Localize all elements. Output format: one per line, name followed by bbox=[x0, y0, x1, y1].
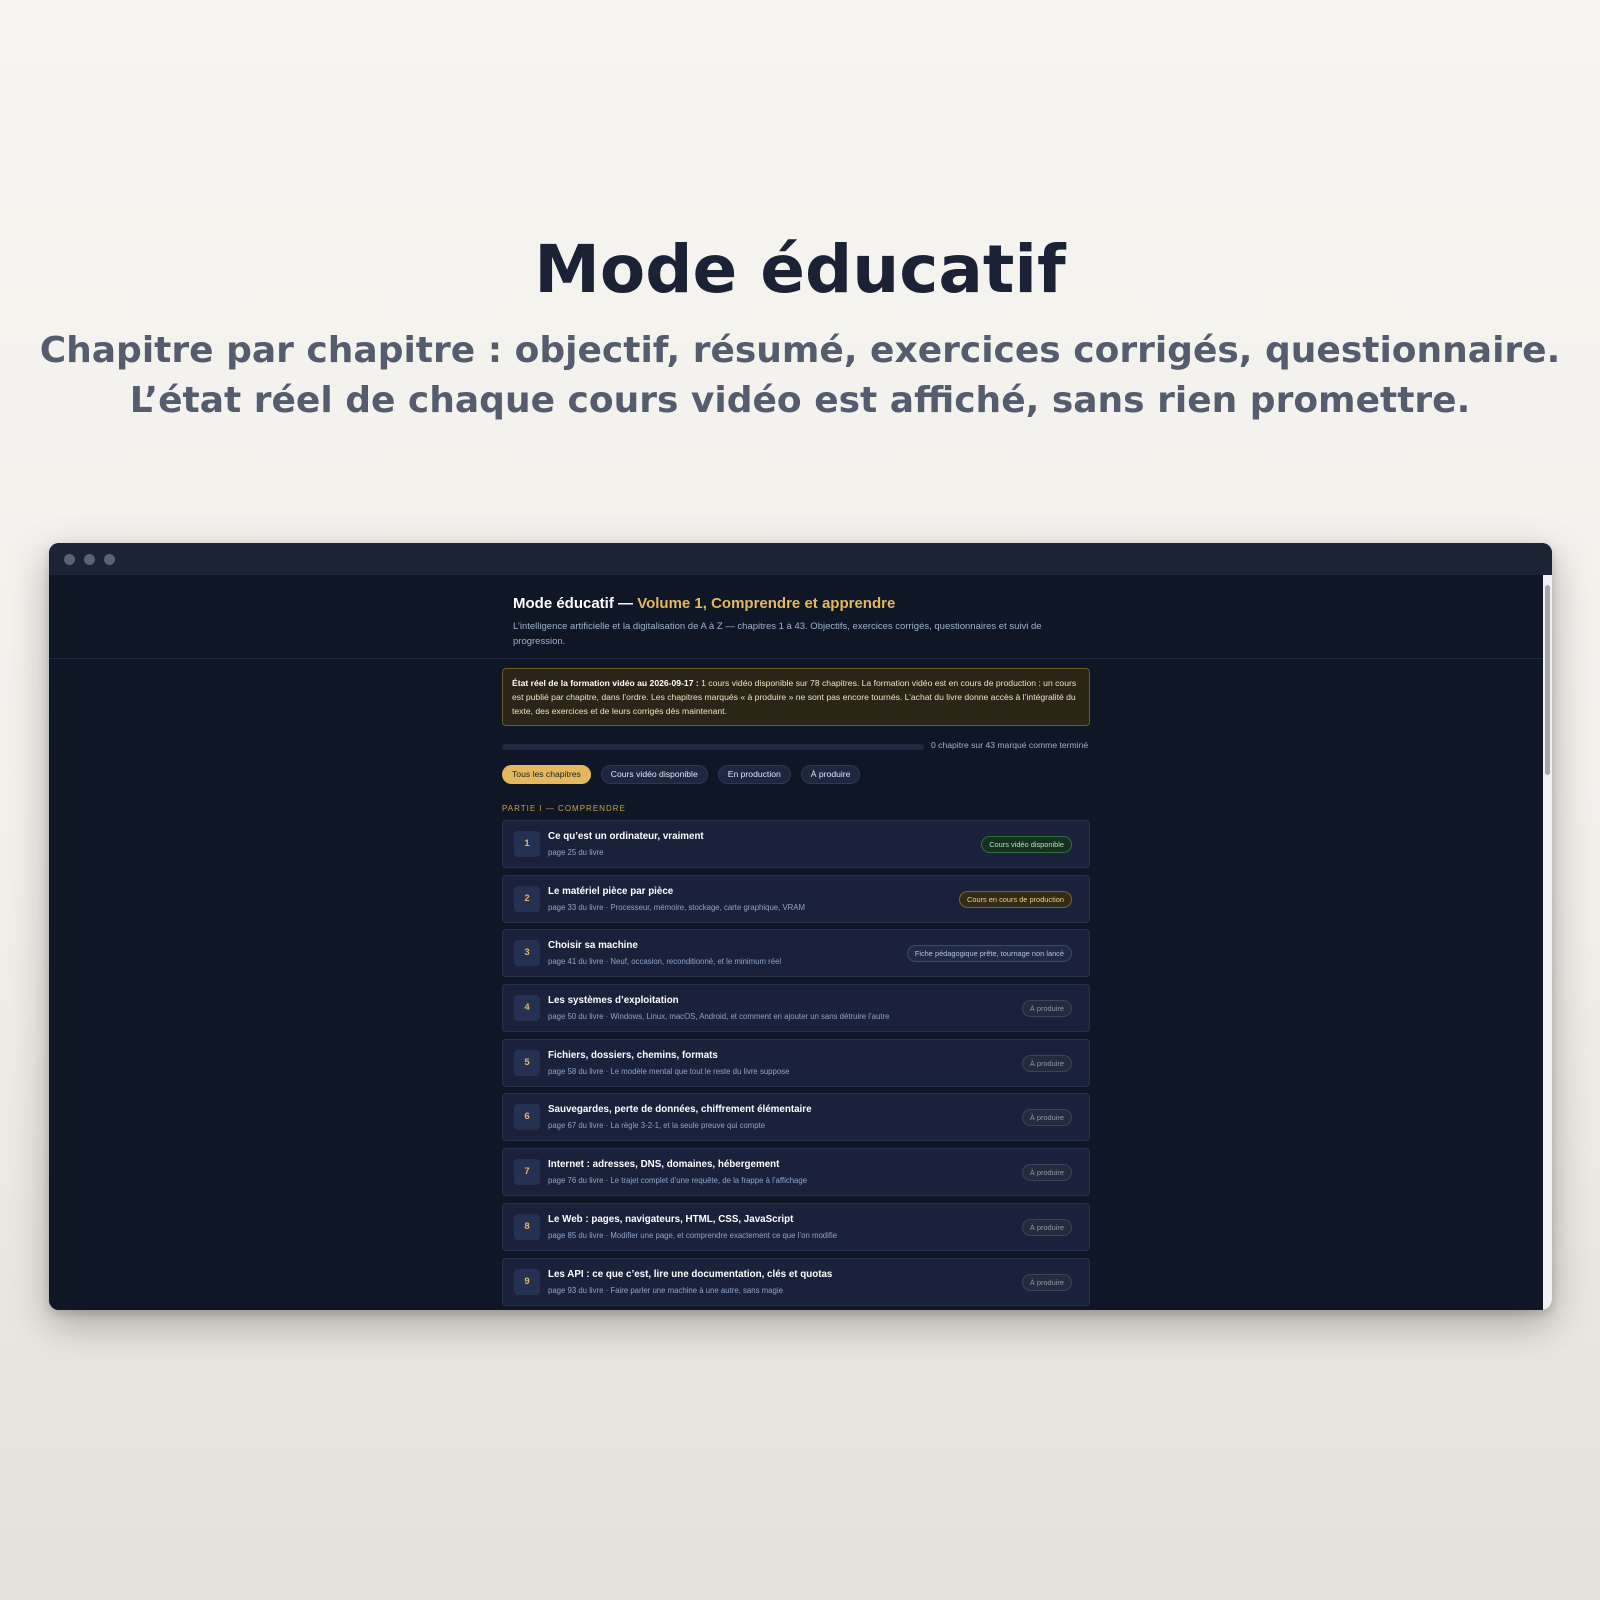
app-title-main: Mode éducatif — bbox=[513, 595, 638, 612]
chapter-meta: page 58 du livre · Le modèle mental que … bbox=[548, 1066, 790, 1076]
chapter-row[interactable]: 6 Sauvegardes, perte de données, chiffrem… bbox=[502, 1093, 1090, 1142]
chapter-status-badge: À produire bbox=[1021, 1218, 1072, 1236]
chapter-row[interactable]: 1 Ce qu’est un ordinateur, vraiment page 2… bbox=[502, 820, 1090, 868]
filter-chip[interactable]: À produire bbox=[800, 765, 861, 784]
chapter-status-badge: À produire bbox=[1021, 1054, 1072, 1072]
chapter-meta: page 67 du livre · La règle 3-2-1, et la… bbox=[548, 1121, 766, 1131]
chapter-title: Les systèmes d’exploitation bbox=[548, 995, 679, 1007]
chapter-number: 9 bbox=[514, 1268, 540, 1295]
chapter-status-badge: Cours vidéo disponible bbox=[981, 836, 1072, 853]
chapter-status-badge: Fiche pédagogique prête, tournage non la… bbox=[906, 945, 1072, 963]
app-description: L’intelligence artificielle et la digita… bbox=[513, 621, 1042, 647]
chapter-title: Le matériel pièce par pièce bbox=[548, 885, 674, 897]
window-titlebar bbox=[49, 543, 1552, 575]
window-maximize-dot[interactable] bbox=[104, 554, 115, 565]
window-minimize-dot[interactable] bbox=[84, 554, 95, 565]
page-viewport: Mode éducatif — Volume 1, Comprendre et … bbox=[49, 575, 1552, 1310]
chapter-row[interactable]: 9 Les API : ce que c’est, lire une docume… bbox=[502, 1257, 1090, 1306]
chapter-list: 1 Ce qu’est un ordinateur, vraiment page 2… bbox=[502, 820, 1090, 1310]
filter-chip[interactable]: En production bbox=[717, 765, 791, 784]
chapter-row[interactable]: 3 Choisir sa machine page 41 du livre · Ne… bbox=[502, 929, 1090, 978]
chapter-title: Fichiers, dossiers, chemins, formats bbox=[548, 1049, 718, 1061]
window-close-dot[interactable] bbox=[64, 554, 75, 565]
chapter-status-badge: À produire bbox=[1021, 1273, 1072, 1291]
chapter-status-badge: À produire bbox=[1021, 1000, 1072, 1018]
chapter-title: Internet : adresses, DNS, domaines, hébe… bbox=[548, 1159, 780, 1171]
chapter-title: Le Web : pages, navigateurs, HTML, CSS, … bbox=[548, 1213, 794, 1225]
chapter-number: 6 bbox=[514, 1104, 540, 1131]
chapter-number: 5 bbox=[514, 1049, 540, 1076]
chapter-row[interactable]: 7 Internet : adresses, DNS, domaines, héb… bbox=[502, 1148, 1090, 1197]
chapter-meta: page 25 du livre bbox=[548, 848, 604, 857]
hero-subtitle: Chapitre par chapitre : objectif, résumé… bbox=[0, 326, 1600, 426]
chapter-title: Choisir sa machine bbox=[548, 940, 638, 952]
chapter-number: 8 bbox=[514, 1213, 540, 1240]
chapter-row[interactable]: 5 Fichiers, dossiers, chemins, formats pag… bbox=[502, 1038, 1090, 1087]
chapter-status-badge: Cours en cours de production bbox=[959, 890, 1072, 908]
chapter-row[interactable]: 8 Le Web : pages, navigateurs, HTML, CSS,… bbox=[502, 1202, 1090, 1251]
video-status-notice: État réel de la formation vidéo au 2026-… bbox=[502, 668, 1090, 726]
chapter-title: Sauvegardes, perte de données, chiffreme… bbox=[548, 1104, 812, 1116]
progress-bar bbox=[502, 744, 924, 750]
chapter-title: Ce qu’est un ordinateur, vraiment bbox=[548, 831, 704, 842]
progress-label: 0 chapitre sur 43 marqué comme terminé bbox=[931, 740, 1089, 750]
hero-title: Mode éducatif bbox=[534, 231, 1066, 308]
chapter-number: 4 bbox=[514, 995, 540, 1022]
chapter-number: 2 bbox=[514, 885, 540, 912]
chapter-meta: page 93 du livre · Faire parler une mach… bbox=[548, 1285, 783, 1295]
filter-chip[interactable]: Cours vidéo disponible bbox=[600, 765, 708, 784]
part-label: PARTIE I — COMPRENDRE bbox=[502, 804, 626, 813]
chapter-row[interactable]: 4 Les systèmes d’exploitation page 50 du l… bbox=[502, 984, 1090, 1033]
chapter-meta: page 50 du livre · Windows, Linux, macOS… bbox=[548, 1012, 890, 1022]
chapter-number: 7 bbox=[514, 1159, 540, 1186]
app-window: Mode éducatif — Volume 1, Comprendre et … bbox=[49, 543, 1552, 1310]
scrollbar[interactable] bbox=[1543, 575, 1552, 1310]
chapter-meta: page 76 du livre · Le trajet complet d’u… bbox=[548, 1176, 808, 1186]
chapter-status-badge: À produire bbox=[1021, 1164, 1072, 1182]
chapter-meta: page 41 du livre · Neuf, occasion, recon… bbox=[548, 957, 782, 967]
app-header: Mode éducatif — Volume 1, Comprendre et … bbox=[49, 575, 1543, 659]
chapter-meta: page 85 du livre · Modifier une page, et… bbox=[548, 1230, 838, 1240]
chapter-row[interactable]: 2 Le matériel pièce par pièce page 33 du l… bbox=[502, 874, 1090, 923]
hero-subtitle-line-1: Chapitre par chapitre : objectif, résumé… bbox=[39, 330, 1561, 371]
chapter-number: 1 bbox=[514, 831, 540, 857]
notice-label: État réel de la formation vidéo au 2026-… bbox=[512, 678, 699, 688]
chapter-number: 3 bbox=[514, 940, 540, 967]
chapter-meta: page 33 du livre · Processeur, mémoire, … bbox=[548, 902, 805, 912]
app-title: Mode éducatif — Volume 1, Comprendre et … bbox=[513, 595, 895, 612]
app-title-volume: Volume 1, Comprendre et apprendre bbox=[637, 595, 896, 612]
filter-bar: Tous les chapitres Cours vidéo disponible… bbox=[502, 765, 861, 784]
chapter-status-badge: À produire bbox=[1021, 1109, 1072, 1127]
scrollbar-thumb[interactable] bbox=[1545, 585, 1550, 775]
chapter-title: Les API : ce que c’est, lire une documen… bbox=[548, 1268, 833, 1280]
filter-chip[interactable]: Tous les chapitres bbox=[502, 765, 591, 784]
hero-subtitle-line-2: L’état réel de chaque cours vidéo est af… bbox=[129, 380, 1471, 421]
